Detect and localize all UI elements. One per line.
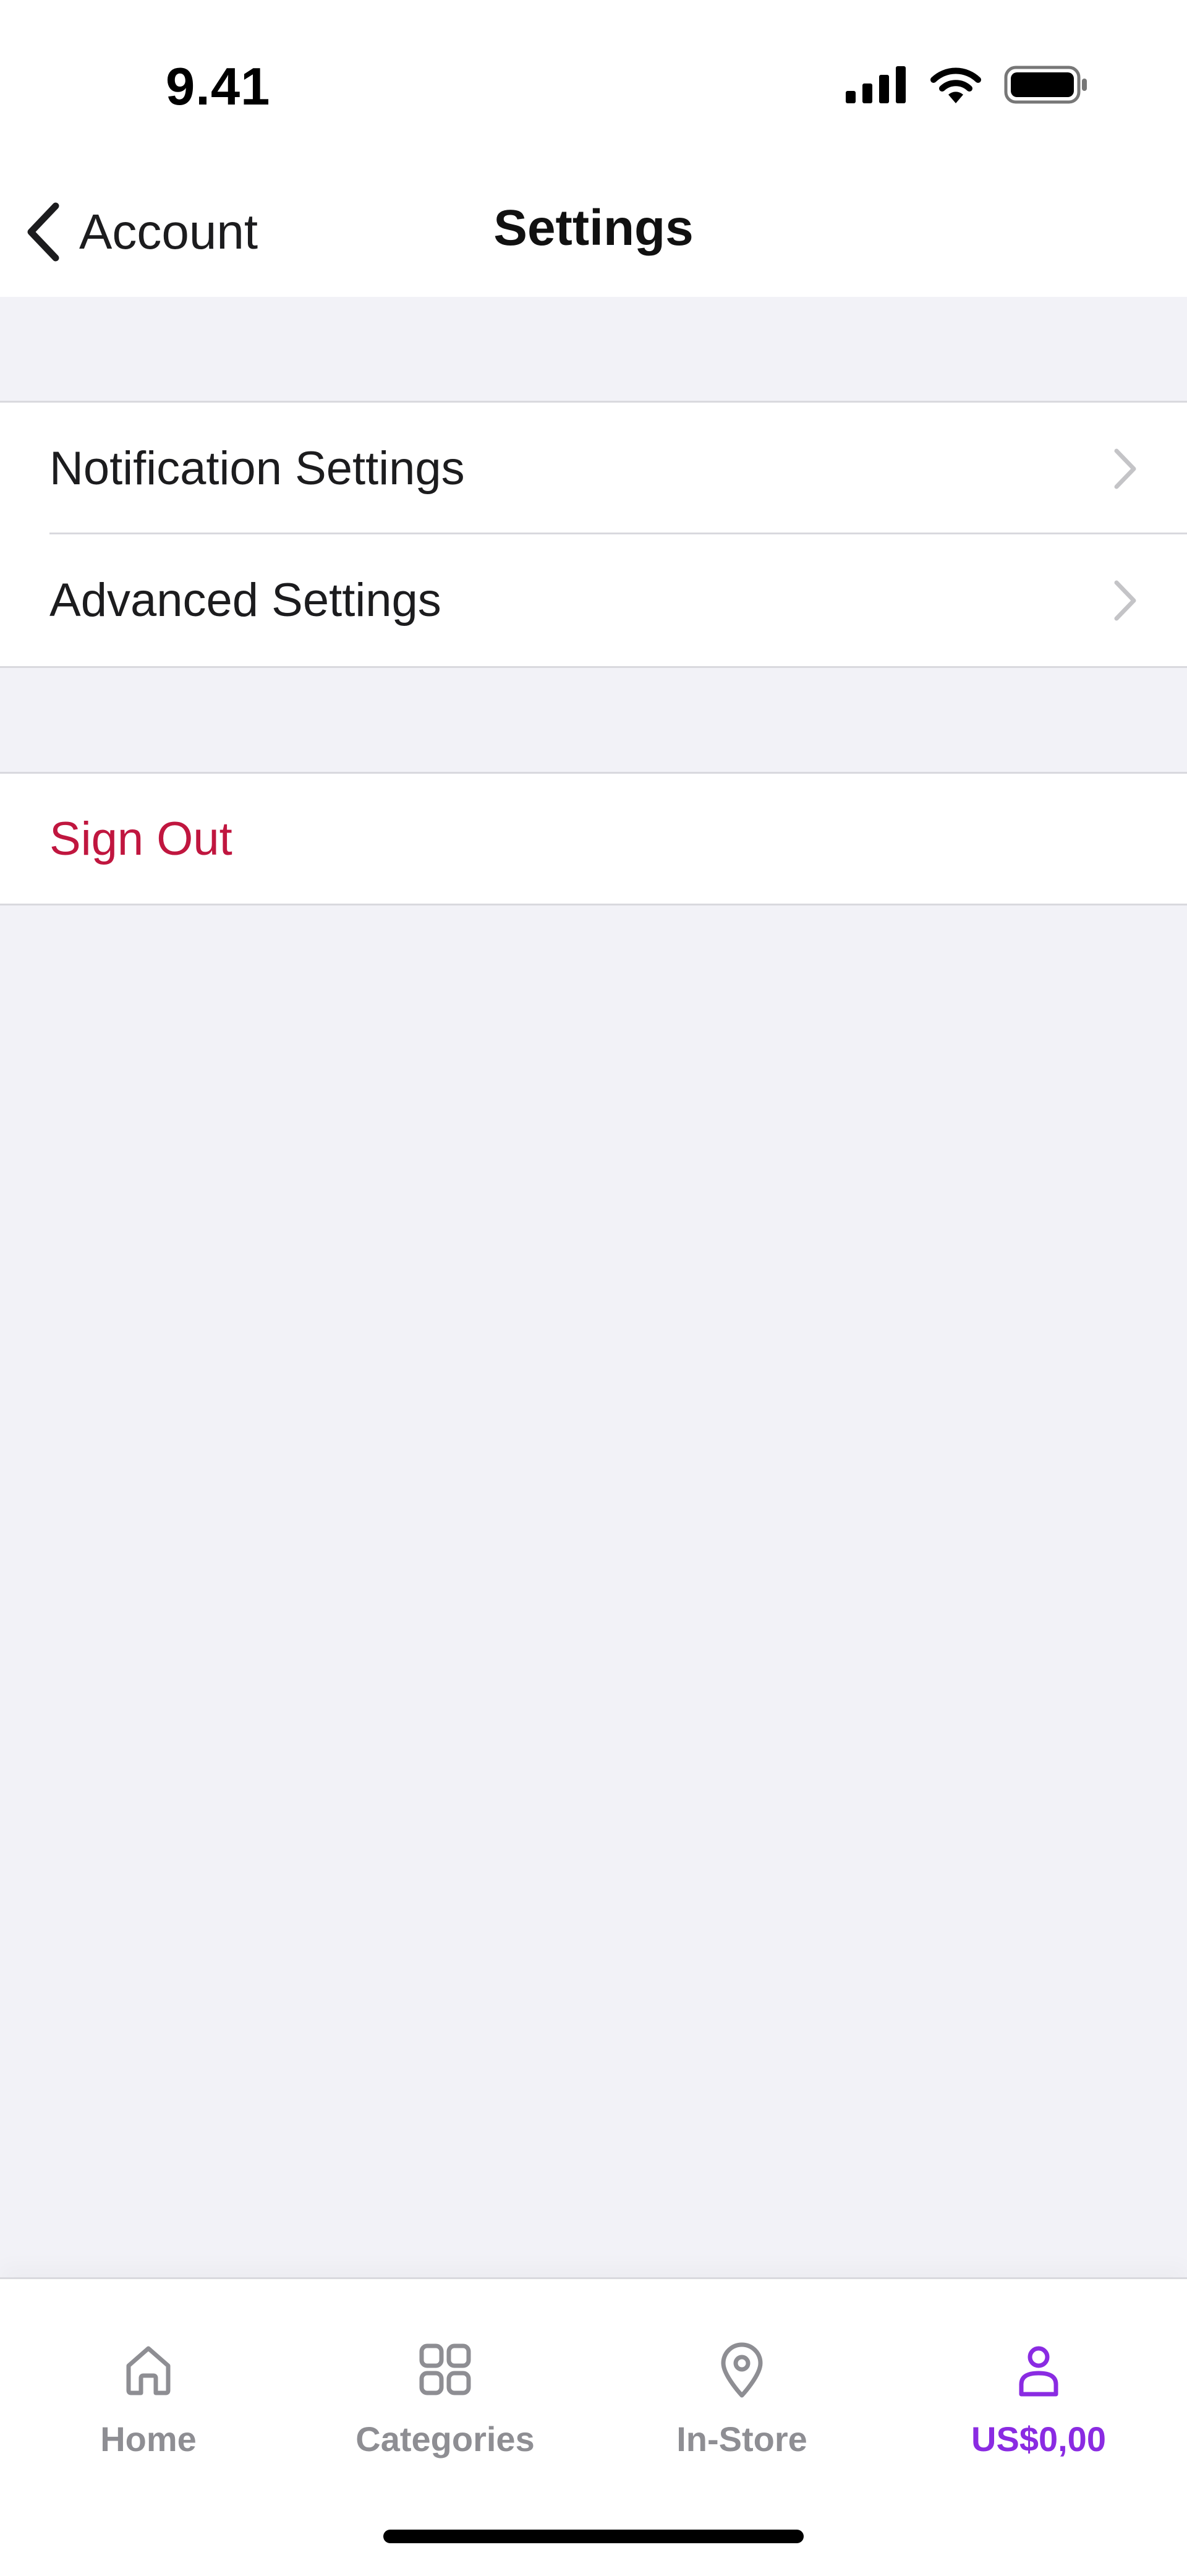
navigation-bar: Account Settings bbox=[0, 167, 1187, 297]
status-time: 9.41 bbox=[166, 58, 271, 116]
tab-home[interactable]: Home bbox=[0, 2339, 297, 2475]
notification-settings-row[interactable]: Notification Settings bbox=[0, 403, 1187, 534]
advanced-settings-row[interactable]: Advanced Settings bbox=[0, 534, 1187, 666]
home-indicator bbox=[383, 2530, 804, 2543]
home-icon bbox=[126, 2346, 171, 2395]
tab-in-store[interactable]: In-Store bbox=[594, 2339, 890, 2475]
status-bar: 9.41 bbox=[0, 0, 1187, 167]
tab-categories[interactable]: Categories bbox=[297, 2339, 594, 2475]
tab-account[interactable]: US$0,00 bbox=[890, 2339, 1187, 2475]
battery-icon bbox=[1004, 66, 1087, 104]
settings-group: Notification Settings Advanced Settings bbox=[0, 401, 1187, 668]
chevron-right-icon bbox=[1114, 580, 1136, 620]
tab-home-label: Home bbox=[100, 2420, 197, 2458]
sign-out-group: Sign Out bbox=[0, 772, 1187, 905]
sign-out-button[interactable]: Sign Out bbox=[0, 774, 1187, 904]
tab-in-store-label: In-Store bbox=[676, 2420, 807, 2458]
grid-icon bbox=[419, 2343, 471, 2395]
notification-settings-label: Notification Settings bbox=[49, 442, 465, 495]
cellular-signal-icon bbox=[846, 66, 906, 103]
sign-out-label: Sign Out bbox=[49, 812, 232, 865]
tab-account-label: US$0,00 bbox=[971, 2420, 1106, 2458]
advanced-settings-label: Advanced Settings bbox=[49, 574, 441, 627]
chevron-right-icon bbox=[1114, 448, 1136, 489]
page-title: Settings bbox=[493, 200, 694, 256]
wifi-icon bbox=[930, 67, 981, 103]
tab-categories-label: Categories bbox=[355, 2420, 535, 2458]
location-pin-icon bbox=[721, 2342, 763, 2398]
person-icon bbox=[1019, 2346, 1058, 2397]
status-icons bbox=[846, 65, 1088, 105]
